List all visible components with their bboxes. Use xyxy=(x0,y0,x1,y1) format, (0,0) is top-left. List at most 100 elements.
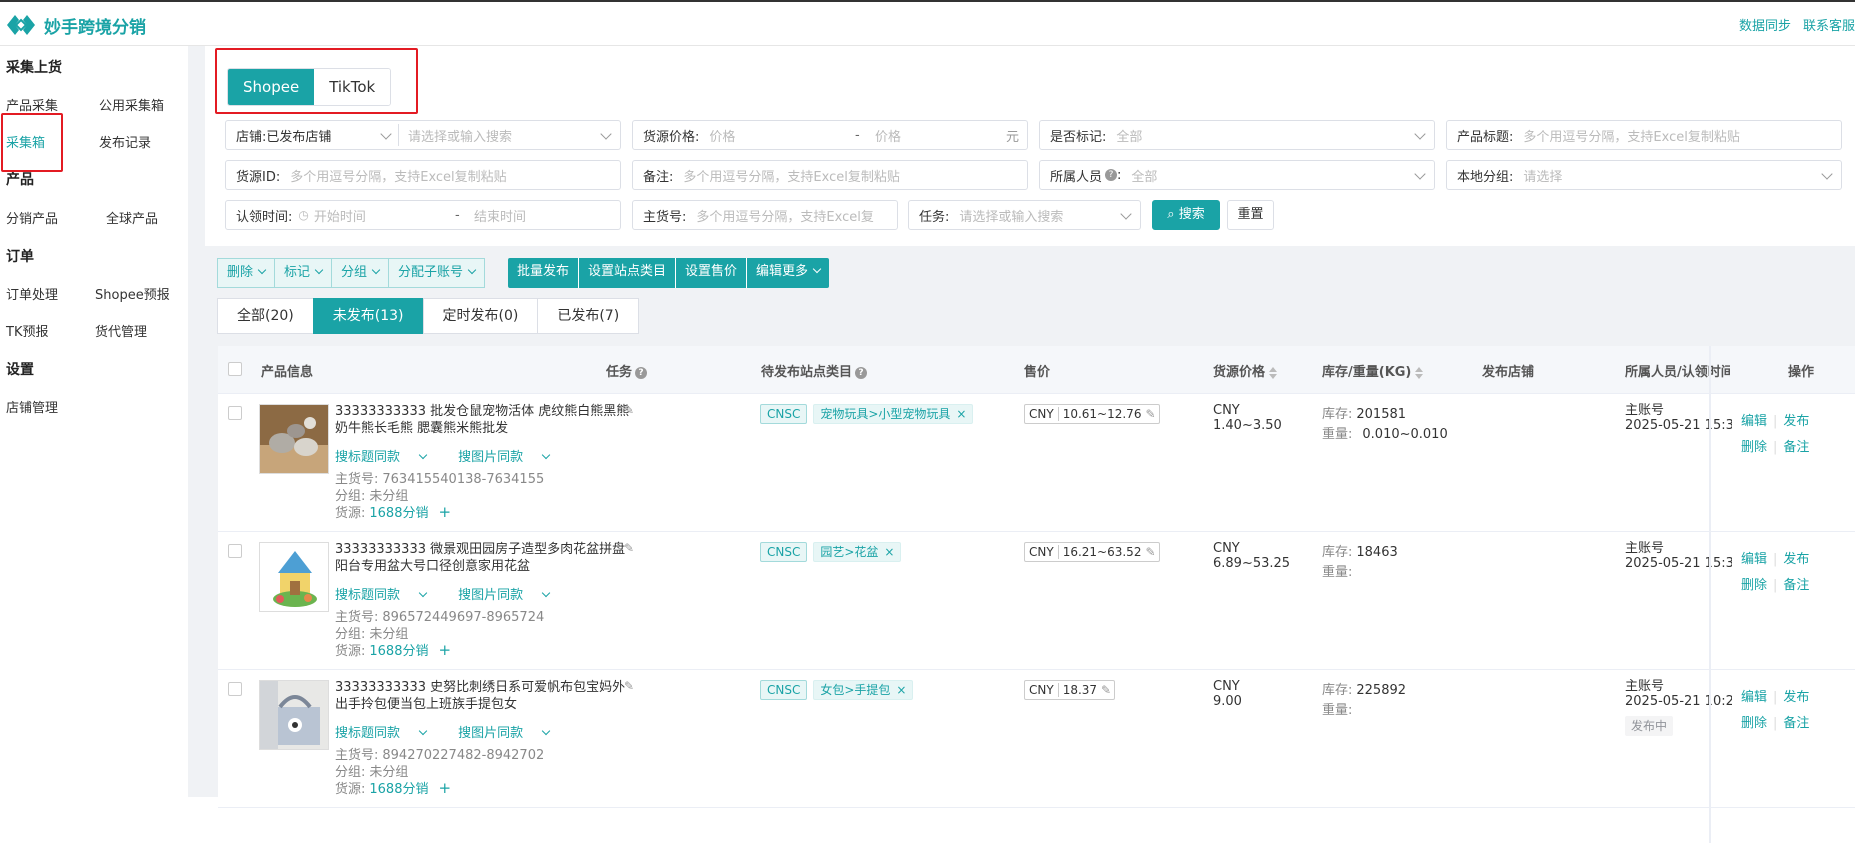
site-tag: CNSC xyxy=(760,542,808,562)
close-icon[interactable]: × xyxy=(884,545,894,559)
tab-all[interactable]: 全部(20) xyxy=(217,298,314,334)
weight: 重量: xyxy=(1322,565,1353,580)
edit-pencil-icon[interactable]: ✎ xyxy=(624,679,634,693)
edit-pencil-icon[interactable]: ✎ xyxy=(624,541,634,555)
marked-filter[interactable]: 是否标记: 全部 xyxy=(1039,120,1435,150)
sidebar-item-distribution-products[interactable]: 分销产品 xyxy=(6,208,58,227)
edit-pencil-icon[interactable]: ✎ xyxy=(624,403,634,417)
delete-link[interactable]: 删除 xyxy=(1741,440,1767,455)
set-site-category-button[interactable]: 设置站点类目 xyxy=(579,258,677,288)
sidebar-item-order-processing[interactable]: 订单处理 xyxy=(6,284,58,303)
sidebar-item-tk-forecast[interactable]: TK预报 xyxy=(6,321,48,340)
remark-link[interactable]: 备注 xyxy=(1783,578,1809,593)
edit-link[interactable]: 编辑 xyxy=(1741,414,1767,429)
sidebar-item-publish-records[interactable]: 发布记录 xyxy=(99,132,151,151)
select-all-checkbox[interactable] xyxy=(228,362,242,376)
delete-link[interactable]: 删除 xyxy=(1741,716,1767,731)
shop-filter[interactable]: 店铺: 已发布店铺 请选择或输入搜索 xyxy=(225,120,621,150)
claim-time-filter[interactable]: 认领时间: ◷ 开始时间 - 结束时间 xyxy=(225,200,621,230)
reset-button[interactable]: 重置 xyxy=(1227,200,1274,230)
chevron-down-icon xyxy=(371,265,381,275)
remark-link[interactable]: 备注 xyxy=(1783,716,1809,731)
delete-dropdown[interactable]: 删除 xyxy=(217,258,276,288)
product-image[interactable] xyxy=(259,680,329,750)
source-link[interactable]: 1688分销 xyxy=(369,644,428,659)
app-name: 妙手跨境分销 xyxy=(44,17,146,38)
search-image-same-link[interactable]: 搜图片同款 xyxy=(458,726,563,741)
assign-subaccount-dropdown[interactable]: 分配子账号 xyxy=(388,258,486,288)
owner-filter[interactable]: 所属人员 ?: 全部 xyxy=(1039,160,1435,190)
batch-publish-button[interactable]: 批量发布 xyxy=(508,258,580,288)
sidebar-item-forwarder-management[interactable]: 货代管理 xyxy=(95,321,147,340)
main-sku-filter[interactable]: 主货号: 多个用逗号分隔，支持Excel复 xyxy=(632,200,898,230)
set-price-button[interactable]: 设置售价 xyxy=(676,258,748,288)
search-title-same-link[interactable]: 搜标题同款 xyxy=(335,588,440,603)
sidebar-item-product-collect[interactable]: 产品采集 xyxy=(6,95,58,114)
tab-published[interactable]: 已发布(7) xyxy=(537,298,640,334)
source-price: CNY 9.00 xyxy=(1213,679,1242,709)
source-price: CNY 1.40~3.50 xyxy=(1213,403,1282,433)
close-icon[interactable]: × xyxy=(896,683,906,697)
remark-link[interactable]: 备注 xyxy=(1783,440,1809,455)
add-icon[interactable]: + xyxy=(438,779,451,797)
row-checkbox[interactable] xyxy=(228,544,242,558)
sidebar-item-shopee-forecast[interactable]: Shopee预报 xyxy=(95,284,170,303)
header-stock-weight[interactable]: 库存/重量(KG) xyxy=(1322,361,1424,380)
source-price-filter[interactable]: 货源价格: 价格 - 价格 元 xyxy=(632,120,1028,150)
local-group-filter[interactable]: 本地分组: 请选择 xyxy=(1446,160,1842,190)
sidebar-section-product: 产品 xyxy=(6,172,34,188)
header-source-price[interactable]: 货源价格 xyxy=(1213,361,1278,380)
app-logo[interactable]: 妙手跨境分销 xyxy=(6,12,146,38)
product-image[interactable] xyxy=(259,542,329,612)
main-content: Shopee TikTok 店铺: 已发布店铺 请选择或输入搜索 货源价格: 价… xyxy=(196,46,1855,843)
add-icon[interactable]: + xyxy=(438,641,451,659)
search-button[interactable]: ⌕ 搜索 xyxy=(1152,200,1220,230)
remark-filter[interactable]: 备注: 多个用逗号分隔，支持Excel复制粘贴 xyxy=(632,160,1028,190)
sidebar-item-global-products[interactable]: 全球产品 xyxy=(106,208,158,227)
product-title-filter[interactable]: 产品标题: 多个用逗号分隔，支持Excel复制粘贴 xyxy=(1446,120,1842,150)
search-image-same-link[interactable]: 搜图片同款 xyxy=(458,450,563,465)
source-link[interactable]: 1688分销 xyxy=(369,782,428,797)
delete-link[interactable]: 删除 xyxy=(1741,578,1767,593)
stock: 库存: 18463 xyxy=(1322,545,1398,560)
mark-dropdown[interactable]: 标记 xyxy=(274,258,333,288)
search-image-same-link[interactable]: 搜图片同款 xyxy=(458,588,563,603)
contact-support-link[interactable]: 联系客服 xyxy=(1803,15,1855,34)
owner-info: 主账号 2025-05-21 10:20 xyxy=(1625,679,1732,709)
row-checkbox[interactable] xyxy=(228,406,242,420)
close-icon[interactable]: × xyxy=(956,407,966,421)
price-field[interactable]: CNY 18.37 ✎ xyxy=(1024,680,1116,700)
site-tag: CNSC xyxy=(760,404,808,424)
chevron-down-icon xyxy=(812,264,822,274)
sidebar-item-shop-management[interactable]: 店铺管理 xyxy=(6,397,58,416)
product-title[interactable]: 33333333333 批发仓鼠宠物活体 虎纹熊白熊黑熊奶牛熊长毛熊 腮囊熊米熊… xyxy=(335,403,635,437)
sidebar-section-collect: 采集上货 xyxy=(6,60,62,76)
edit-more-dropdown[interactable]: 编辑更多 xyxy=(747,258,830,288)
group-dropdown[interactable]: 分组 xyxy=(331,258,390,288)
product-title[interactable]: 33333333333 微景观田园房子造型多肉花盆拼盘阳台专用盆大号口径创意家用… xyxy=(335,541,635,575)
product-image[interactable] xyxy=(259,404,329,474)
source-link[interactable]: 1688分销 xyxy=(369,506,428,521)
edit-link[interactable]: 编辑 xyxy=(1741,690,1767,705)
data-sync-link[interactable]: 数据同步 xyxy=(1739,15,1791,34)
publish-link[interactable]: 发布 xyxy=(1783,414,1809,429)
publish-link[interactable]: 发布 xyxy=(1783,552,1809,567)
chevron-down-icon xyxy=(541,588,551,598)
search-title-same-link[interactable]: 搜标题同款 xyxy=(335,726,440,741)
tab-scheduled[interactable]: 定时发布(0) xyxy=(422,298,539,334)
highlight-box-platform-tabs xyxy=(215,48,418,114)
product-title[interactable]: 33333333333 史努比刺绣日系可爱帆布包宝妈外出手拎包便当包上班族手提包… xyxy=(335,679,635,713)
tab-unpublished[interactable]: 未发布(13) xyxy=(312,298,424,334)
edit-link[interactable]: 编辑 xyxy=(1741,552,1767,567)
help-icon: ? xyxy=(635,366,648,379)
add-icon[interactable]: + xyxy=(438,503,451,521)
chevron-down-icon xyxy=(1414,168,1426,180)
task-filter[interactable]: 任务: 请选择或输入搜索 xyxy=(908,200,1141,230)
price-field[interactable]: CNY 10.61~12.76 ✎ xyxy=(1024,404,1160,424)
price-field[interactable]: CNY 16.21~63.52 ✎ xyxy=(1024,542,1160,562)
source-id-filter[interactable]: 货源ID: 多个用逗号分隔，支持Excel复制粘贴 xyxy=(225,160,621,190)
search-title-same-link[interactable]: 搜标题同款 xyxy=(335,450,440,465)
sidebar-item-public-collect-box[interactable]: 公用采集箱 xyxy=(99,95,164,114)
publish-link[interactable]: 发布 xyxy=(1783,690,1809,705)
row-checkbox[interactable] xyxy=(228,682,242,696)
